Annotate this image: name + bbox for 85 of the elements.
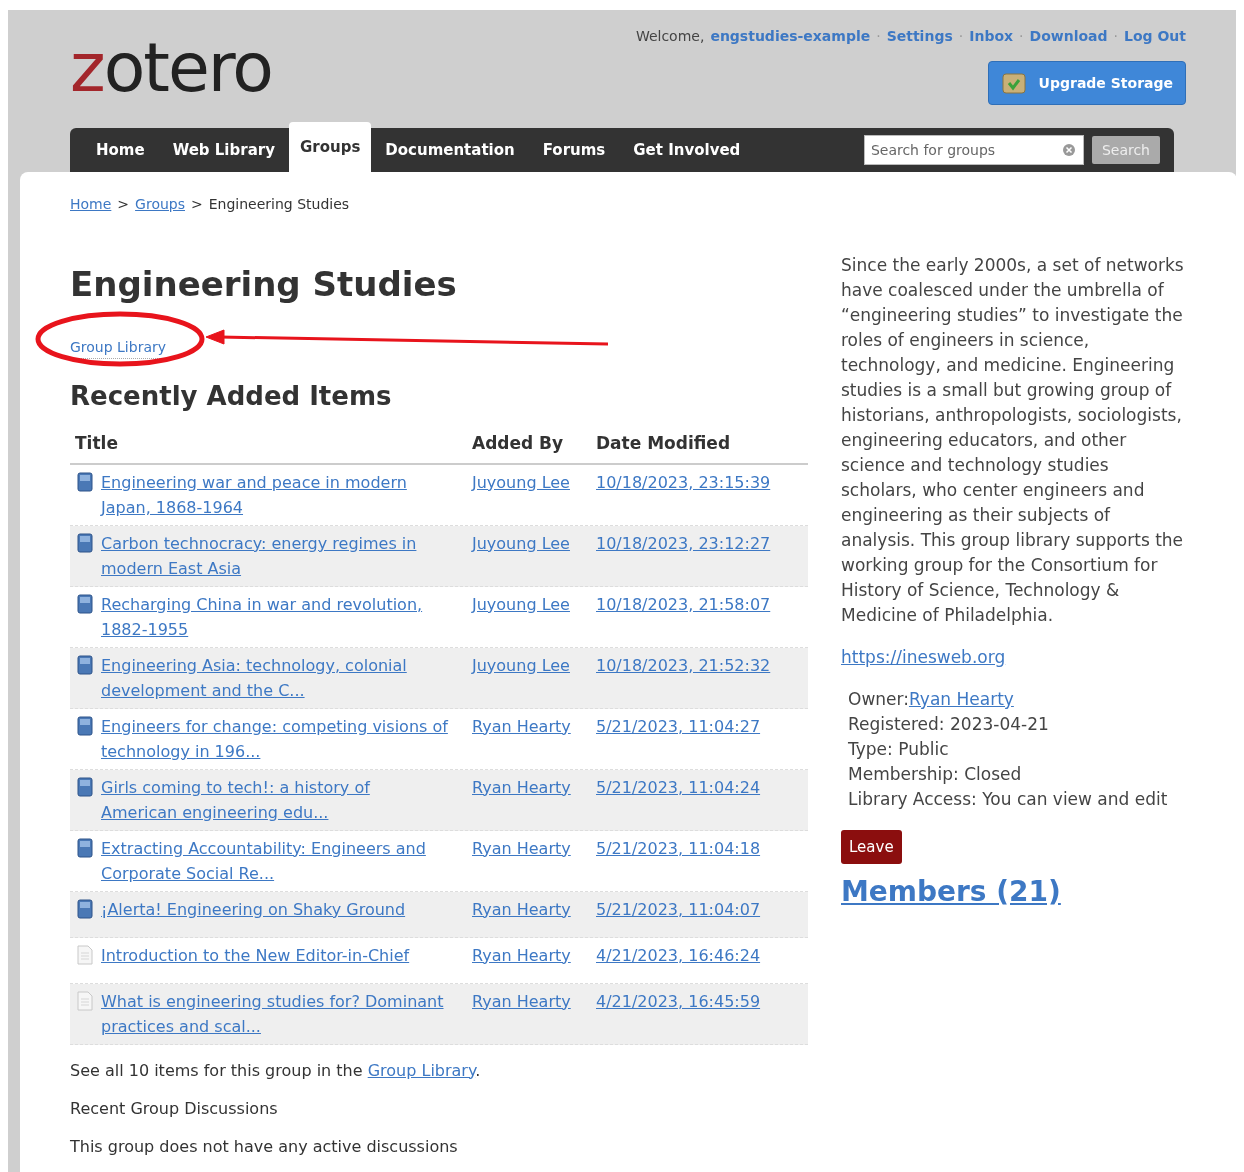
group-title: Engineering Studies [70, 267, 458, 301]
item-title-link[interactable]: Carbon technocracy: energy regimes in modern East Asia [101, 530, 450, 581]
item-title-link[interactable]: Introduction to the New Editor-in-Chief [101, 942, 410, 968]
added-by-link[interactable]: Juyoung Lee [472, 533, 570, 553]
added-by-link[interactable]: Ryan Hearty [472, 899, 571, 919]
welcome-text: Welcome, [635, 27, 705, 46]
item-title-link[interactable]: Engineering war and peace in modern Japan, 1868-1964 [101, 469, 450, 520]
group-detail: Type: Public [848, 738, 950, 761]
see-all-text: See all 10 items for this group in the Group Library. [70, 1059, 482, 1082]
group-detail: Library Access: You can view and edit [848, 788, 1169, 811]
added-by-link[interactable]: Ryan Hearty [472, 777, 571, 797]
book-icon [77, 837, 93, 858]
book-icon [77, 532, 93, 553]
book-icon [77, 776, 93, 797]
column-header: Date Modified [596, 432, 731, 455]
recent-items-heading: Recently Added Items [70, 383, 393, 409]
account-link[interactable]: Inbox [969, 26, 1014, 47]
added-by-link[interactable]: Ryan Hearty [472, 945, 571, 965]
added-by-link[interactable]: Ryan Hearty [472, 838, 571, 858]
nav-tab[interactable]: Forums [528, 128, 620, 172]
account-link[interactable]: Log Out [1124, 26, 1186, 47]
date-modified-link[interactable]: 10/18/2023, 23:12:27 [596, 533, 771, 553]
book-icon [77, 654, 93, 675]
item-title-link[interactable]: Recharging China in war and revolution, 1882-1955 [101, 591, 450, 642]
nav-tab[interactable]: Home [82, 128, 159, 172]
link-separator: · [958, 27, 964, 46]
owner-label: Owner: [848, 688, 909, 711]
date-modified-link[interactable]: 5/21/2023, 11:04:18 [596, 838, 761, 858]
date-modified-link[interactable]: 5/21/2023, 11:04:27 [596, 716, 761, 736]
date-modified-link[interactable]: 5/21/2023, 11:04:24 [596, 777, 761, 797]
breadcrumb-separator: > [117, 195, 130, 214]
added-by-link[interactable]: Ryan Hearty [472, 991, 571, 1011]
upgrade-storage-button[interactable]: Upgrade Storage [987, 61, 1186, 105]
username-link[interactable]: engstudies-example [710, 26, 871, 47]
storage-box-icon [1000, 71, 1027, 95]
breadcrumb-link[interactable]: Groups [135, 194, 185, 215]
date-modified-link[interactable]: 4/21/2023, 16:45:59 [596, 991, 761, 1011]
group-library-link[interactable]: Group Library [367, 1060, 476, 1080]
group-detail: Registered: 2023-04-21 [848, 713, 1050, 736]
nav-tab[interactable]: Get Involved [619, 128, 755, 172]
zotero-logo[interactable]: zotero [70, 34, 272, 128]
date-modified-link[interactable]: 10/18/2023, 23:15:39 [596, 472, 771, 492]
column-header: Title [74, 432, 119, 455]
document-icon [77, 944, 93, 965]
website-link[interactable]: https://inesweb.org [841, 645, 1187, 670]
nav-tab[interactable]: Groups [288, 122, 372, 172]
document-icon [77, 990, 93, 1011]
discussions-note: This group does not have any active discussions [70, 1135, 459, 1158]
item-title-link[interactable]: Girls coming to tech!: a history of American engineering edu... [101, 774, 450, 825]
item-title-link[interactable]: What is engineering studies for? Dominant practices and scal... [101, 988, 450, 1039]
link-separator: · [1019, 27, 1024, 46]
date-modified-link[interactable]: 4/21/2023, 16:46:24 [596, 945, 761, 965]
breadcrumb-link[interactable]: Home [70, 194, 112, 215]
breadcrumb-current: Engineering Studies [208, 195, 350, 214]
column-header: Added By [472, 432, 565, 455]
item-title-link[interactable]: Engineering Asia: technology, colonial development and the C... [101, 652, 450, 703]
nav-tab[interactable]: Web Library [158, 128, 289, 172]
item-title-link[interactable]: Extracting Accountability: Engineers and Corporate Social Re... [101, 835, 450, 886]
discussions-heading: Recent Group Discussions [70, 1097, 279, 1120]
book-icon [77, 715, 93, 736]
leave-button[interactable]: Leave [841, 830, 902, 864]
date-modified-link[interactable]: 10/18/2023, 21:58:07 [596, 594, 771, 614]
book-icon [77, 471, 93, 492]
added-by-link[interactable]: Ryan Hearty [472, 716, 571, 736]
link-separator: · [876, 27, 881, 46]
item-title-link[interactable]: ¡Alerta! Engineering on Shaky Ground [101, 896, 406, 922]
added-by-link[interactable]: Juyoung Lee [472, 594, 570, 614]
breadcrumb-separator: > [191, 195, 203, 214]
added-by-link[interactable]: Juyoung Lee [472, 655, 570, 675]
owner-link[interactable]: Ryan Hearty [908, 687, 1014, 712]
group-description: Since the early 2000s, a set of networks have coalesced under the umbrella of “engineering studies” to investigate the roles of engineers in science, technology, and medicine. Engineering studies is a small but growing group of historians, anthropologists, sociologists, engineering educators, and other science and technology studies scholars, who center engineers and engineering as their subjects of analysis. This group library supports the working group for the Consortium for History of Science, Technology & Medicine of Philadelphia. [841, 254, 1185, 627]
clear-icon[interactable] [1061, 143, 1076, 157]
account-link[interactable]: Download [1029, 26, 1108, 47]
book-icon [77, 593, 93, 614]
item-title-link[interactable]: Engineers for change: competing visions of technology in 196... [101, 713, 450, 764]
book-icon [77, 898, 93, 919]
date-modified-link[interactable]: 10/18/2023, 21:52:32 [596, 655, 771, 675]
members-link[interactable]: Members (21) [841, 878, 1187, 906]
link-separator: · [1113, 27, 1118, 46]
group-detail: Membership: Closed [848, 763, 1023, 786]
added-by-link[interactable]: Juyoung Lee [472, 472, 570, 492]
date-modified-link[interactable]: 5/21/2023, 11:04:07 [596, 899, 761, 919]
group-search-field[interactable]: Search for groups [863, 135, 1084, 165]
account-link[interactable]: Settings [886, 26, 953, 47]
nav-tab[interactable]: Documentation [371, 128, 529, 172]
